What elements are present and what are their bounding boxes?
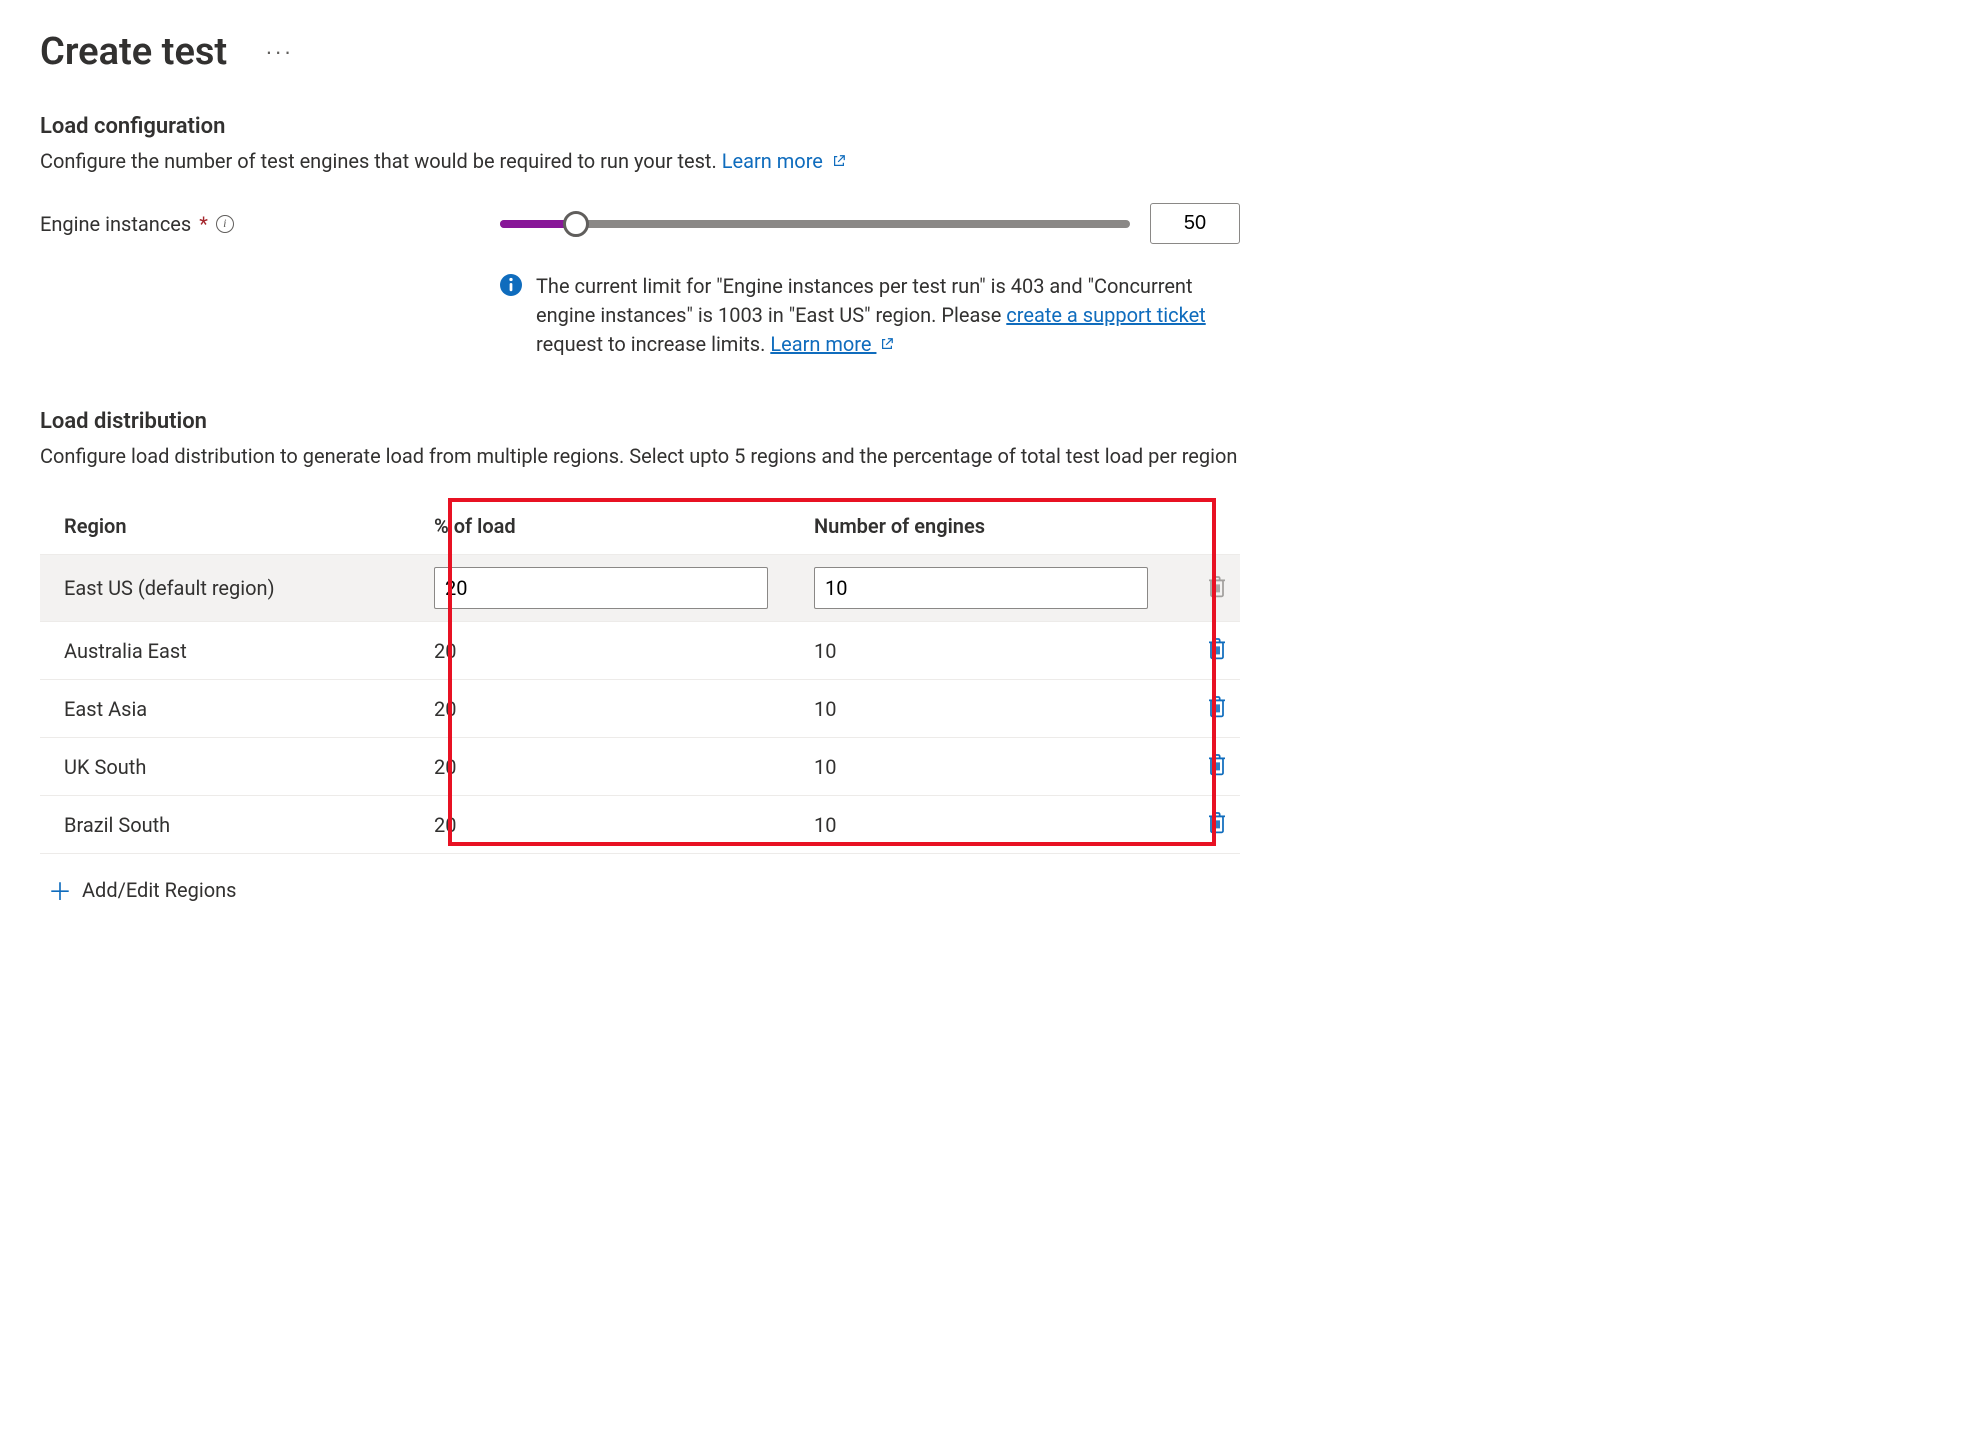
delete-region-button[interactable]	[1204, 751, 1230, 779]
page-title: Create test	[40, 30, 227, 74]
more-actions-button[interactable]: ···	[257, 35, 301, 69]
table-row: Australia East2010	[40, 622, 1240, 680]
num-engines-input[interactable]	[814, 567, 1148, 609]
external-link-icon	[880, 337, 894, 351]
load-distribution-table: Region % of load Number of engines East …	[40, 498, 1240, 854]
num-engines-cell: 10	[800, 738, 1180, 796]
pct-load-cell: 20	[420, 738, 800, 796]
load-config-description: Configure the number of test engines tha…	[40, 147, 1240, 175]
region-cell: East Asia	[40, 680, 420, 738]
trash-icon	[1206, 695, 1228, 719]
load-config-heading: Load configuration	[40, 114, 1240, 139]
delete-cell	[1180, 680, 1240, 738]
trash-icon	[1206, 811, 1228, 835]
region-cell: Brazil South	[40, 796, 420, 854]
banner-learn-more-label: Learn more	[770, 332, 871, 356]
engine-instances-slider[interactable]	[500, 220, 1130, 228]
add-edit-regions-label: Add/Edit Regions	[82, 878, 236, 902]
banner-learn-more-link[interactable]: Learn more	[770, 332, 894, 356]
delete-region-button[interactable]	[1204, 693, 1230, 721]
trash-icon	[1206, 753, 1228, 777]
slider-thumb[interactable]	[563, 211, 589, 237]
plus-icon: ＋	[48, 872, 72, 907]
engine-limit-text: The current limit for "Engine instances …	[536, 272, 1240, 359]
delete-region-button	[1204, 573, 1230, 601]
learn-more-link[interactable]: Learn more	[722, 149, 846, 173]
num-engines-cell: 10	[800, 796, 1180, 854]
load-distribution-heading: Load distribution	[40, 409, 1240, 434]
pct-load-input[interactable]	[434, 567, 768, 609]
delete-cell	[1180, 555, 1240, 622]
pct-load-cell: 20	[420, 680, 800, 738]
col-pct-load: % of load	[420, 498, 800, 555]
engine-instances-label-text: Engine instances	[40, 212, 191, 236]
col-region: Region	[40, 498, 420, 555]
pct-load-cell: 20	[420, 796, 800, 854]
delete-region-button[interactable]	[1204, 635, 1230, 663]
num-engines-cell	[800, 555, 1180, 622]
create-support-ticket-link[interactable]: create a support ticket	[1006, 303, 1205, 327]
region-cell: UK South	[40, 738, 420, 796]
learn-more-link-label: Learn more	[722, 149, 823, 173]
delete-cell	[1180, 738, 1240, 796]
load-config-description-text: Configure the number of test engines tha…	[40, 149, 722, 173]
delete-cell	[1180, 796, 1240, 854]
banner-text-2: request to increase limits.	[536, 332, 770, 356]
table-row: Brazil South2010	[40, 796, 1240, 854]
engine-instances-input[interactable]	[1150, 203, 1240, 244]
num-engines-cell: 10	[800, 622, 1180, 680]
add-edit-regions-button[interactable]: ＋ Add/Edit Regions	[40, 854, 244, 913]
table-row: East Asia2010	[40, 680, 1240, 738]
engine-limit-banner: The current limit for "Engine instances …	[500, 272, 1240, 359]
table-row: East US (default region)	[40, 555, 1240, 622]
engine-instances-label: Engine instances * i	[40, 212, 470, 236]
info-filled-icon	[500, 274, 522, 296]
table-row: UK South2010	[40, 738, 1240, 796]
trash-icon	[1206, 637, 1228, 661]
pct-load-cell: 20	[420, 622, 800, 680]
info-icon[interactable]: i	[216, 215, 234, 233]
external-link-icon	[832, 154, 846, 168]
trash-icon	[1206, 575, 1228, 599]
col-num-engines: Number of engines	[800, 498, 1180, 555]
region-cell: East US (default region)	[40, 555, 420, 622]
required-indicator: *	[199, 212, 208, 236]
load-distribution-description: Configure load distribution to generate …	[40, 442, 1240, 470]
delete-cell	[1180, 622, 1240, 680]
region-cell: Australia East	[40, 622, 420, 680]
pct-load-cell	[420, 555, 800, 622]
num-engines-cell: 10	[800, 680, 1180, 738]
delete-region-button[interactable]	[1204, 809, 1230, 837]
